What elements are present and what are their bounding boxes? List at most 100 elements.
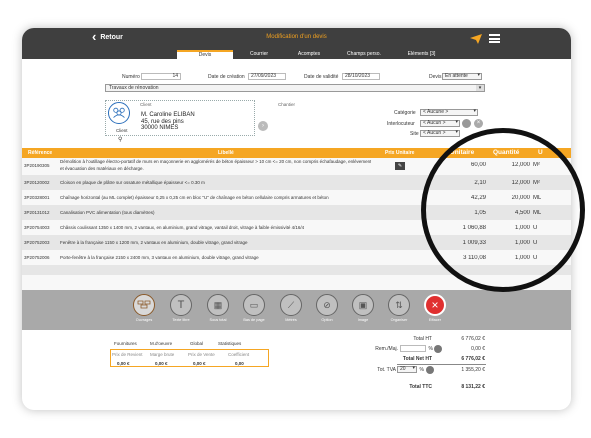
- numero-field[interactable]: 14: [141, 73, 181, 80]
- rem-pct-label: %: [428, 346, 433, 352]
- date-validite-field[interactable]: 28/10/2023: [342, 73, 380, 80]
- tot-tva-value: 1 355,20 €: [461, 367, 485, 373]
- fournitures-label: Fournitures: [114, 341, 137, 346]
- location-pin-icon[interactable]: ⚲: [118, 136, 122, 143]
- total-net-ht-label: Total Net HT: [402, 356, 432, 362]
- mo-label: M.d'oeuvre: [150, 341, 173, 346]
- image-icon: ▣: [352, 294, 374, 316]
- numero-label: Numéro: [122, 74, 140, 80]
- row-reference: 3P20190305: [24, 163, 50, 168]
- chevron-right-icon[interactable]: ›: [258, 121, 268, 131]
- chantier-caption: Chantier: [278, 102, 296, 107]
- date-creation-field[interactable]: 27/09/2023: [248, 73, 286, 80]
- tva-rate-select[interactable]: 20: [397, 366, 417, 373]
- total-net-ht-value: 6 776,02 €: [461, 356, 485, 362]
- calculator-icon: ▦: [207, 294, 229, 316]
- tool-option[interactable]: ⊘ Option: [311, 294, 343, 322]
- global-label: Global: [190, 341, 204, 346]
- tool-sous-total[interactable]: ▦ Sous total: [202, 294, 234, 322]
- top-bar: ‹ Retour Modification d'un devis: [22, 28, 571, 50]
- tot-tva-label: Tot. TVA: [377, 367, 396, 373]
- row-libelle-line2: et évacuation des matériaux en décharge.: [60, 166, 144, 171]
- tool-image[interactable]: ▣ Image: [347, 294, 379, 322]
- option-icon: ⊘: [316, 294, 338, 316]
- rem-maj-field[interactable]: [400, 345, 426, 352]
- categorie-select[interactable]: < Aucune >: [420, 109, 478, 116]
- tool-effacer[interactable]: × Effacer: [419, 294, 451, 322]
- tool-label: Bas de page: [243, 318, 265, 322]
- prix-revient-value: 0,00 €: [117, 361, 130, 366]
- objet-select[interactable]: Travaux de rénovation ▾: [105, 84, 485, 92]
- menu-icon[interactable]: [489, 34, 500, 43]
- tva-pct-label: %: [419, 367, 424, 373]
- row-reference: 3P20131012: [24, 210, 50, 215]
- tab-bar: Devis Courrier Acomptes Champs perso. El…: [22, 50, 571, 59]
- marge-brute-label: Marge brute: [150, 352, 175, 357]
- objet-value: Travaux de rénovation: [109, 85, 159, 91]
- total-ttc-label: Total TTC: [409, 384, 432, 390]
- categorie-label: Catégorie: [394, 110, 416, 116]
- total-ttc-value: 8 131,22 €: [461, 384, 485, 390]
- coefficient-value: 0,00: [235, 361, 244, 366]
- date-creation-label: Date de création: [208, 74, 245, 80]
- total-ht-value: 6 776,02 €: [461, 336, 485, 342]
- tool-label: Métrés: [285, 318, 297, 322]
- tool-label: Ouvrages: [135, 318, 153, 322]
- tool-label: Option: [321, 318, 333, 322]
- row-reference: 3P20120002: [24, 180, 50, 185]
- tool-organiser[interactable]: ⇅ Organiser: [383, 294, 415, 322]
- close-icon: ×: [424, 294, 446, 316]
- bricks-icon: [133, 294, 155, 316]
- ruler-icon: ⟋: [280, 294, 302, 316]
- more-icon[interactable]: [462, 119, 471, 128]
- interlocuteur-label: Interlocuteur: [387, 121, 415, 127]
- devis-status-select[interactable]: En attente: [442, 73, 482, 80]
- tab-courrier[interactable]: Courrier: [234, 50, 284, 59]
- row-libelle: Porte-fenêtre à la française 2150 x 2400…: [60, 255, 259, 260]
- tool-ouvrages[interactable]: Ouvrages: [128, 294, 160, 322]
- clear-icon[interactable]: ×: [474, 119, 483, 128]
- client-group-icon: [108, 102, 130, 124]
- tool-texte-libre[interactable]: T Texte libre: [165, 294, 197, 322]
- client-info: M. Caroline ELIBAN 45, rue des pins 3000…: [141, 112, 195, 132]
- tool-label: Image: [357, 318, 369, 322]
- chevron-down-icon: ▾: [476, 85, 484, 91]
- tool-label: Texte libre: [172, 318, 190, 322]
- marge-brute-value: 0,00 €: [155, 361, 168, 366]
- total-ht-label: Total HT: [413, 336, 432, 342]
- client-address-line2: 30000 NIMES: [141, 125, 179, 131]
- prix-revient-label: Prix de Revient: [112, 352, 143, 357]
- header-prix-unitaire: Prix Unitaire: [385, 150, 415, 156]
- header-libelle: Libellé: [218, 150, 234, 156]
- row-libelle: Démolition à l'outillage électro-portati…: [60, 159, 372, 164]
- more-icon[interactable]: [426, 366, 434, 374]
- row-libelle: Chaînage horizontal (au ML complet) épai…: [60, 195, 329, 200]
- divider: [397, 364, 486, 365]
- edit-icon[interactable]: ✎: [395, 162, 405, 170]
- row-libelle: Canalisation PVC alimentation (tous diam…: [60, 210, 155, 215]
- prix-vente-label: Prix de Vente: [188, 352, 215, 357]
- reorder-icon: ⇅: [388, 294, 410, 316]
- interlocuteur-select[interactable]: < Aucun >: [420, 120, 460, 127]
- tool-label: Sous total: [209, 318, 227, 322]
- header-reference: Référence: [28, 150, 53, 156]
- tab-devis[interactable]: Devis: [177, 50, 233, 59]
- tool-metres[interactable]: ⟋ Métrés: [275, 294, 307, 322]
- coefficient-label: Coefficient: [228, 352, 250, 357]
- more-icon[interactable]: [434, 345, 442, 353]
- rem-maj-value: 0,00 €: [471, 346, 485, 352]
- rem-maj-label: Rem./Maj.: [375, 346, 398, 352]
- statistiques-label: Statistiques: [218, 341, 242, 346]
- tab-acomptes[interactable]: Acomptes: [284, 50, 334, 59]
- tab-elements[interactable]: Eléments [3]: [394, 50, 449, 59]
- client-caption: Client: [140, 102, 152, 107]
- tool-bas-de-page[interactable]: ▭ Bas de page: [238, 294, 270, 322]
- prix-vente-value: 0,00 €: [193, 361, 206, 366]
- tool-label: Effacer: [429, 318, 441, 322]
- client-icon-label: Client: [116, 128, 128, 133]
- send-icon[interactable]: [470, 34, 482, 44]
- text-icon: T: [170, 294, 192, 316]
- tab-champs-perso[interactable]: Champs perso.: [334, 50, 394, 59]
- highlight-circle: [421, 128, 585, 292]
- site-select[interactable]: < Aucun >: [420, 130, 460, 137]
